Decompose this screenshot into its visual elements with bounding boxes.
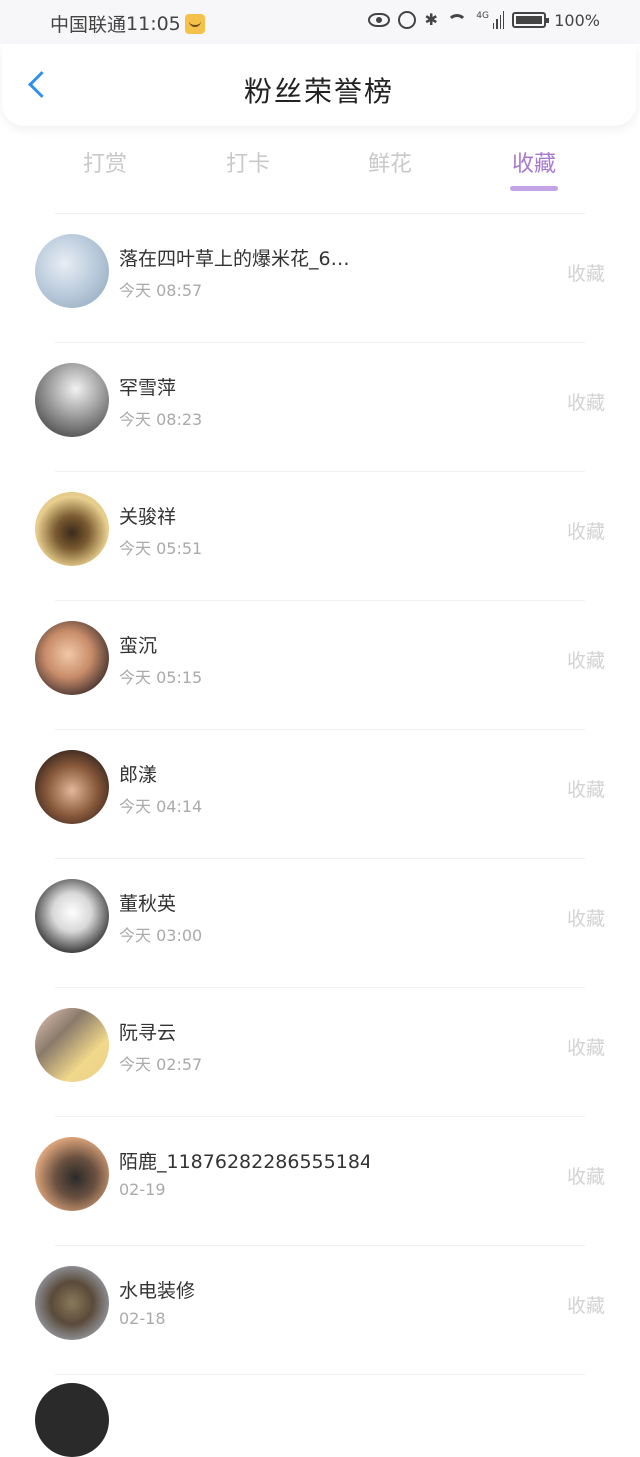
- fan-action-tag: 收藏: [566, 521, 605, 543]
- emoji-icon: [184, 13, 205, 34]
- status-bar: 中国联通 11:05 ✱ 4G 100%: [0, 0, 640, 44]
- wifi-icon: [446, 12, 468, 28]
- avatar: [35, 363, 109, 437]
- avatar: [35, 1383, 109, 1457]
- fan-action-tag: 收藏: [566, 1037, 605, 1059]
- fan-name: 董秋英: [119, 893, 177, 915]
- fan-list: 落在四叶草上的爆米花_6… 今天 08:57 收藏 罕雪萍 今天 08:23 收…: [0, 213, 640, 1395]
- list-item[interactable]: 阮寻云 今天 02:57 收藏: [35, 987, 605, 1116]
- alarm-icon: [398, 11, 417, 29]
- battery-icon: [512, 12, 550, 28]
- fan-action-tag: 收藏: [566, 1166, 605, 1188]
- list-item[interactable]: 董秋英 今天 03:00 收藏: [35, 858, 605, 987]
- fan-name: 关骏祥: [119, 506, 177, 528]
- header-bar: 粉丝荣誉榜: [2, 44, 636, 126]
- fan-name: 罕雪萍: [119, 377, 177, 399]
- fan-time: 02-19: [119, 1180, 166, 1199]
- fan-action-tag: 收藏: [566, 1295, 605, 1317]
- active-tab-indicator: [510, 186, 558, 191]
- avatar: [35, 750, 109, 824]
- tab-bar: 打赏 打卡 鲜花 收藏: [0, 140, 640, 192]
- avatar: [35, 621, 109, 695]
- status-left: 中国联通 11:05: [50, 10, 205, 37]
- avatar: [35, 1266, 109, 1340]
- carrier-label: 中国联通: [50, 14, 127, 36]
- tab-checkin[interactable]: 打卡: [203, 146, 293, 178]
- fan-time: 今天 04:14: [119, 797, 203, 816]
- signal-icon: 4G: [476, 11, 505, 29]
- page-title: 粉丝荣誉榜: [243, 75, 394, 108]
- avatar: [35, 492, 109, 566]
- list-item[interactable]: 陌鹿_1187628228655518​4 02-19 收藏: [35, 1116, 605, 1245]
- avatar: [35, 1008, 109, 1082]
- fan-time: 今天 05:15: [119, 668, 203, 687]
- fan-name: 蛮沉: [119, 635, 158, 657]
- list-divider: [55, 1374, 585, 1395]
- eye-icon: [368, 13, 391, 27]
- fan-name: 陌鹿_1187628228655518​4: [119, 1151, 369, 1173]
- list-item[interactable]: 蛮沉 今天 05:15 收藏: [35, 600, 605, 729]
- fan-time: 今天 02:57: [119, 1055, 203, 1074]
- fan-action-tag: 收藏: [566, 779, 605, 801]
- tab-flowers[interactable]: 鲜花: [345, 146, 435, 178]
- list-item[interactable]: 水电装修 02-18 收藏: [35, 1245, 605, 1374]
- status-right: ✱ 4G 100%: [368, 10, 600, 30]
- fan-name: 水电装修: [119, 1280, 196, 1302]
- fan-action-tag: 收藏: [566, 650, 605, 672]
- bluetooth-icon: ✱: [424, 10, 438, 29]
- fan-time: 今天 05:51: [119, 539, 203, 558]
- fan-action-tag: 收藏: [566, 263, 605, 285]
- tab-reward[interactable]: 打赏: [60, 146, 150, 178]
- tab-favorites[interactable]: 收藏: [489, 146, 579, 178]
- avatar: [35, 1137, 109, 1211]
- fan-time: 今天 03:00: [119, 926, 203, 945]
- list-item[interactable]: 落在四叶草上的爆米花_6… 今天 08:57 收藏: [35, 213, 605, 342]
- list-item[interactable]: 罕雪萍 今天 08:23 收藏: [35, 342, 605, 471]
- battery-level: 100%: [554, 10, 600, 30]
- fan-action-tag: 收藏: [566, 908, 605, 930]
- fan-time: 今天 08:23: [119, 410, 203, 429]
- network-type: 4G: [476, 11, 489, 21]
- avatar: [35, 879, 109, 953]
- fan-name: 郎漾: [119, 764, 158, 786]
- list-item[interactable]: 郎漾 今天 04:14 收藏: [35, 729, 605, 858]
- fan-time: 02-18: [119, 1309, 166, 1328]
- fan-action-tag: 收藏: [566, 392, 605, 414]
- clock: 11:05: [126, 12, 181, 35]
- avatar: [35, 234, 109, 308]
- list-item[interactable]: 关骏祥 今天 05:51 收藏: [35, 471, 605, 600]
- fan-name: 阮寻云: [119, 1022, 177, 1044]
- fan-time: 今天 08:57: [119, 281, 203, 300]
- fan-name: 落在四叶草上的爆米花_6…: [119, 248, 350, 270]
